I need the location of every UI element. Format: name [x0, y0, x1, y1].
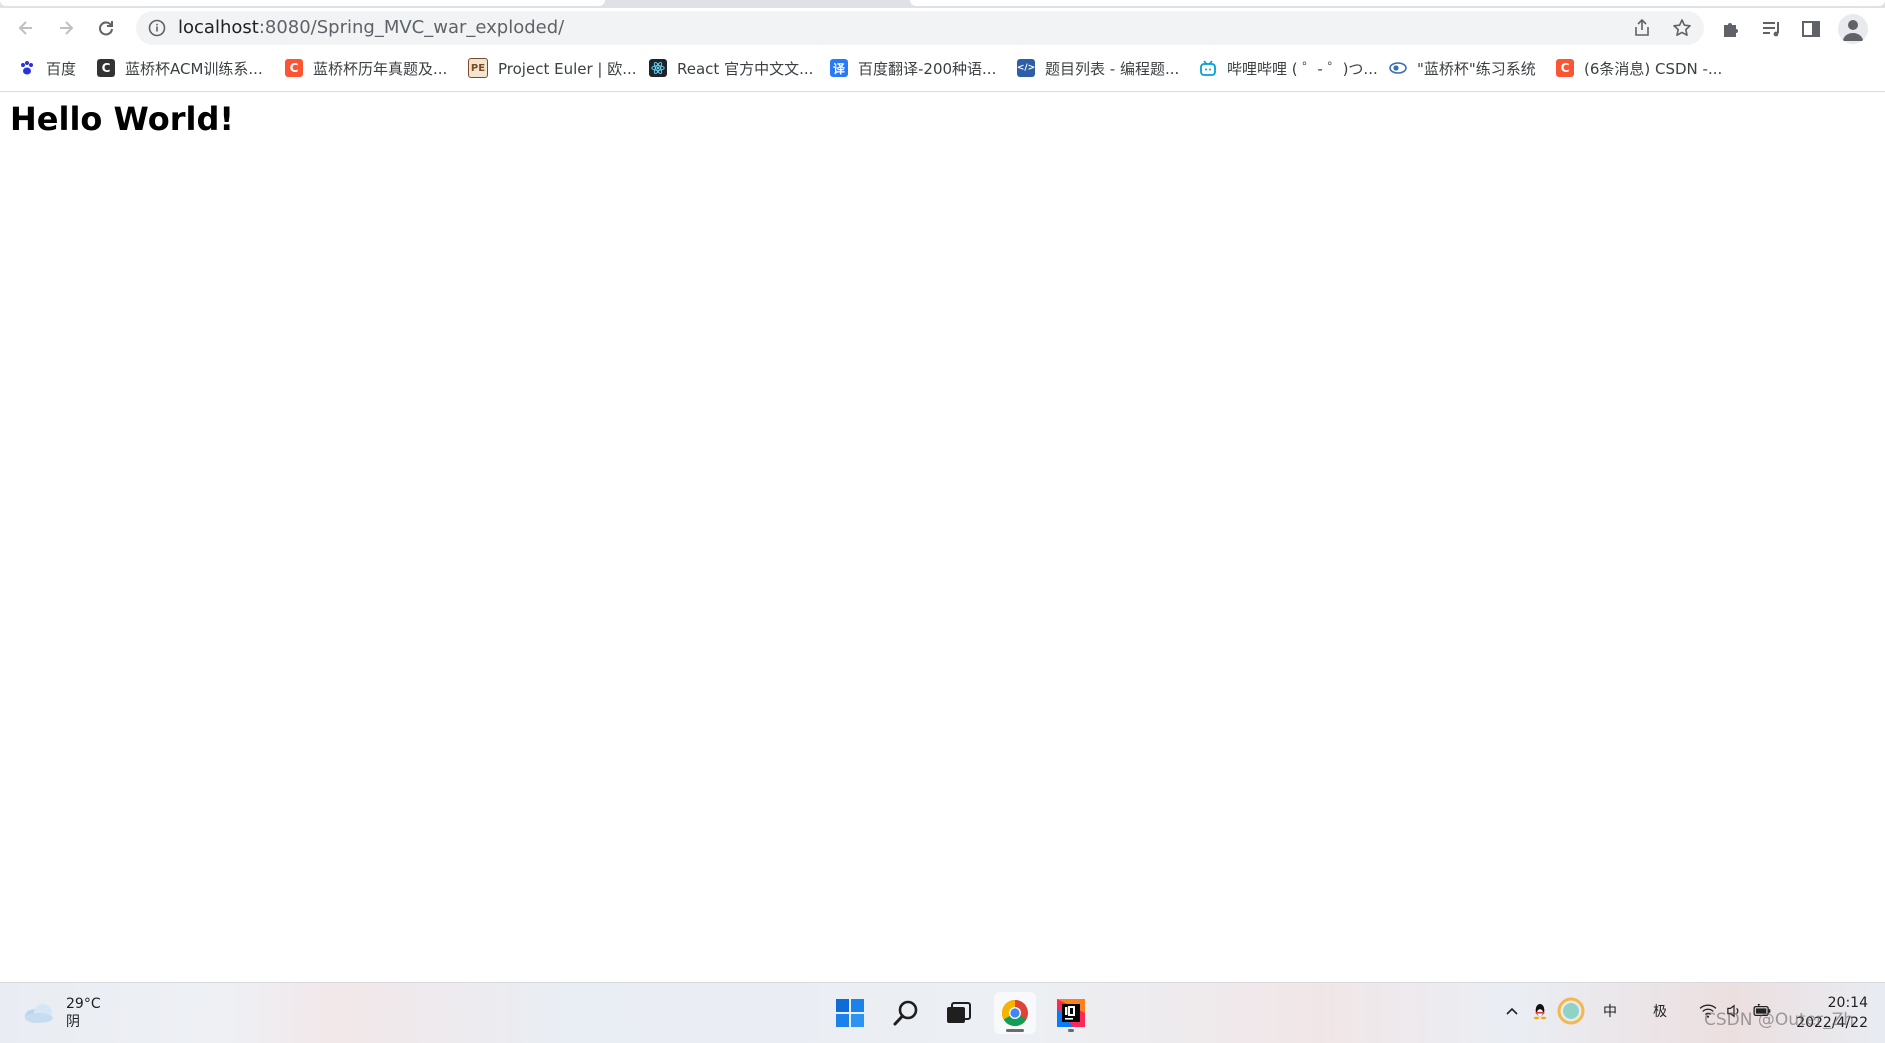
bookmark-item[interactable]: React 官方中文文...	[649, 56, 813, 80]
bookmark-label: 百度	[46, 59, 77, 78]
extensions-puzzle-icon[interactable]	[1720, 18, 1742, 40]
reading-list-icon[interactable]	[1760, 18, 1782, 40]
bookmarks-bar: 百度 C 蓝桥杯ACM训练系... C 蓝桥杯历年真题及... PE Proje…	[0, 52, 1885, 84]
side-panel-icon[interactable]	[1800, 18, 1822, 40]
ime-mode-label: 极	[1653, 1004, 1667, 1020]
qq-tray-button[interactable]	[1528, 997, 1552, 1025]
url-host: localhost	[178, 17, 259, 38]
show-hidden-icons-button[interactable]	[1500, 997, 1524, 1025]
problem-list-icon: </>	[1017, 59, 1035, 77]
running-app-indicator	[1068, 1029, 1074, 1032]
bookmark-item[interactable]: C (6条消息) CSDN -...	[1556, 56, 1722, 80]
start-button[interactable]	[829, 992, 871, 1034]
ime-mode-button[interactable]: 极	[1648, 997, 1672, 1025]
share-icon[interactable]	[1632, 18, 1652, 38]
weather-widget[interactable]: 29°C 阴	[22, 995, 101, 1031]
ime-language-label: 中	[1603, 1004, 1617, 1020]
browser-chrome: localhost:8080/Spring_MVC_war_exploded/ …	[0, 0, 1885, 92]
bookmark-item[interactable]: 哔哩哔哩 ( ゜- ゜)つ...	[1199, 56, 1378, 80]
lanqiao-practice-icon	[1389, 59, 1407, 77]
circular-app-icon	[1557, 997, 1585, 1025]
bookmark-item[interactable]: "蓝桥杯"练习系统	[1389, 56, 1536, 80]
tray-app-button[interactable]	[1556, 997, 1586, 1025]
csdn-watermark: CSDN @Outer_Zh	[1704, 1010, 1855, 1030]
profile-avatar-button[interactable]	[1838, 14, 1868, 44]
bookmark-label: Project Euler | 欧...	[498, 59, 637, 78]
csdn-c-icon: C	[1556, 59, 1574, 77]
bookmark-item[interactable]: 百度	[18, 56, 76, 80]
back-button[interactable]	[10, 12, 42, 44]
intellij-idea-icon	[1057, 999, 1085, 1027]
bookmark-label: 蓝桥杯ACM训练系...	[125, 59, 263, 78]
bookmark-item[interactable]: C 蓝桥杯ACM训练系...	[97, 56, 263, 80]
csdn-c-icon: C	[285, 59, 303, 77]
bookmark-item[interactable]: C 蓝桥杯历年真题及...	[285, 56, 447, 80]
search-icon	[893, 1000, 918, 1026]
page-content: Hello World!	[0, 92, 1885, 982]
baidu-translate-icon: 译	[830, 59, 848, 77]
bilibili-icon	[1199, 59, 1217, 77]
lanqiao-c-icon: C	[97, 59, 115, 77]
address-bar[interactable]: localhost:8080/Spring_MVC_war_exploded/	[136, 11, 1704, 45]
active-app-indicator	[1006, 1029, 1024, 1032]
page-heading: Hello World!	[10, 100, 234, 138]
inactive-tab-edge[interactable]	[910, 0, 1885, 6]
bookmark-item[interactable]: PE Project Euler | 欧...	[468, 56, 637, 80]
reload-icon	[99, 21, 113, 36]
weather-condition: 阴	[66, 1014, 80, 1030]
forward-button[interactable]	[50, 12, 82, 44]
person-icon	[1843, 20, 1863, 41]
bookmark-label: 哔哩哔哩 ( ゜- ゜)つ...	[1227, 59, 1378, 78]
chevron-up-icon	[1506, 1007, 1518, 1015]
browser-toolbar: localhost:8080/Spring_MVC_war_exploded/	[0, 8, 1885, 48]
bookmark-label: (6条消息) CSDN -...	[1584, 59, 1723, 78]
url-path: :8080/Spring_MVC_war_exploded/	[258, 17, 565, 38]
bookmark-label: 蓝桥杯历年真题及...	[313, 59, 448, 78]
taskbar-intellij-button[interactable]	[1050, 992, 1092, 1034]
forward-arrow-icon	[60, 21, 74, 35]
taskbar-chrome-button[interactable]	[994, 992, 1036, 1034]
task-view-button[interactable]	[937, 992, 979, 1034]
chrome-icon	[1001, 999, 1028, 1027]
bookmark-label: 百度翻译-200种语...	[858, 59, 997, 78]
bookmark-label: 题目列表 - 编程题...	[1045, 59, 1180, 78]
bookmark-label: React 官方中文文...	[677, 59, 814, 78]
ime-language-button[interactable]: 中	[1598, 997, 1622, 1025]
task-view-icon	[947, 1002, 971, 1023]
react-icon	[649, 59, 667, 77]
reload-button[interactable]	[90, 12, 122, 44]
qq-penguin-icon	[1533, 1004, 1547, 1020]
project-euler-icon: PE	[468, 58, 488, 78]
windows-taskbar: 29°C 阴 中 极 20:14 2022/4/22	[0, 982, 1885, 1043]
bookmark-star-icon[interactable]	[1672, 18, 1692, 38]
tab-strip	[0, 0, 1885, 8]
windows-start-icon	[836, 999, 864, 1027]
back-arrow-icon	[18, 21, 32, 35]
cloud-weather-icon	[25, 1004, 53, 1023]
weather-temperature: 29°C	[66, 996, 101, 1012]
baidu-paw-icon	[18, 59, 36, 77]
url-text[interactable]: localhost:8080/Spring_MVC_war_exploded/	[178, 18, 564, 38]
bookmark-item[interactable]: </> 题目列表 - 编程题...	[1017, 56, 1179, 80]
bookmark-item[interactable]: 译 百度翻译-200种语...	[830, 56, 996, 80]
taskbar-search-button[interactable]	[885, 992, 927, 1034]
site-info-icon[interactable]	[148, 19, 166, 37]
active-tab-edge[interactable]	[0, 0, 605, 6]
bookmark-label: "蓝桥杯"练习系统	[1417, 59, 1536, 78]
